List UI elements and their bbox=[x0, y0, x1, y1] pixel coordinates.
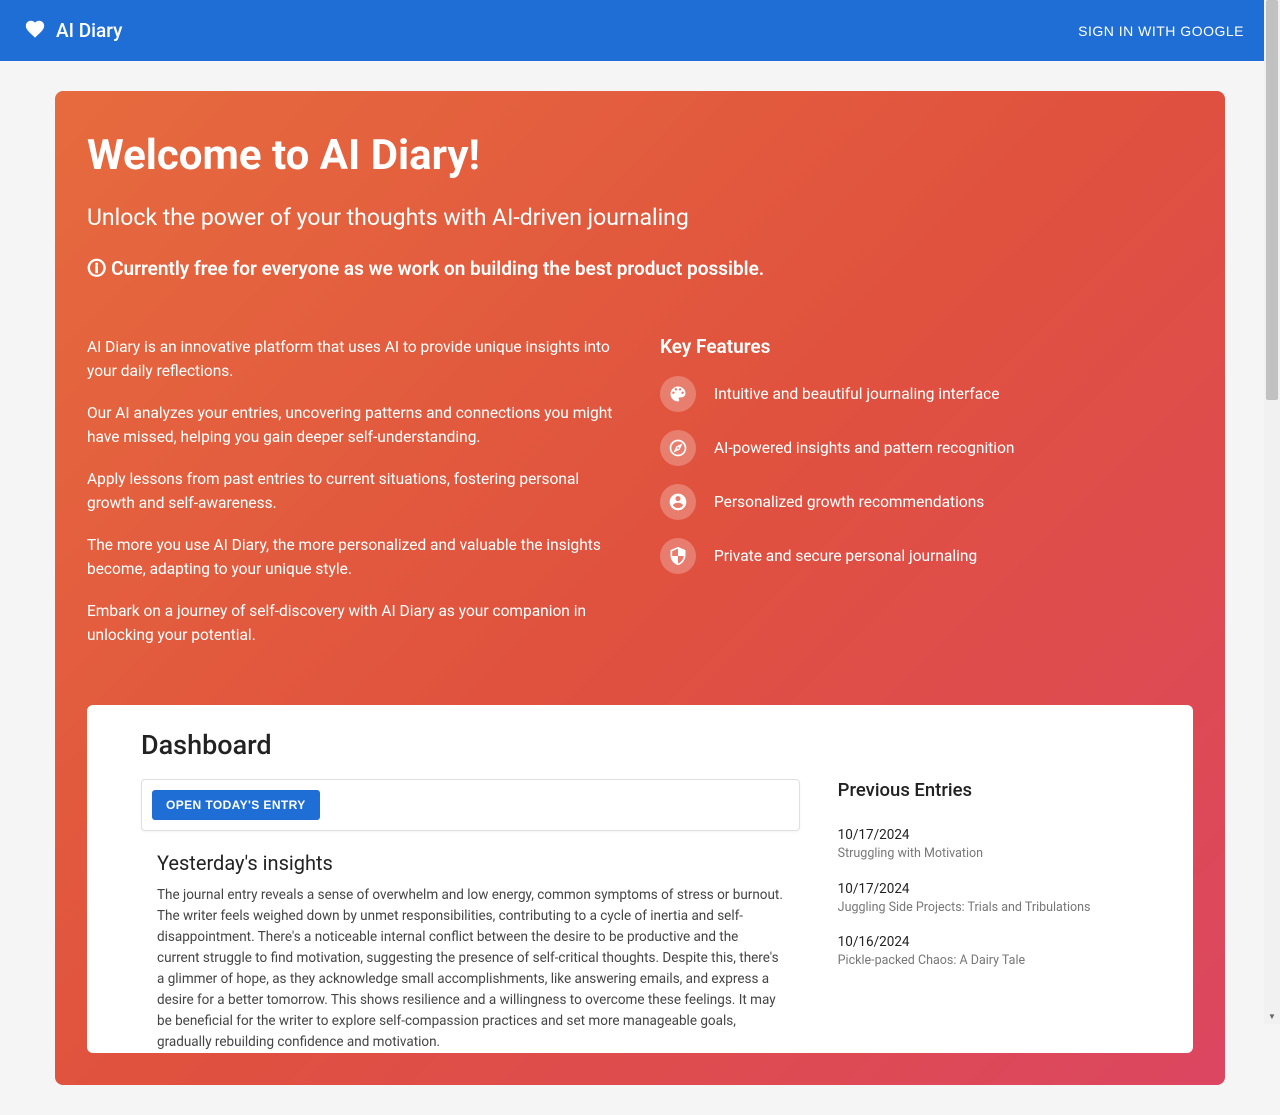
logo-container[interactable]: AI Diary bbox=[24, 18, 122, 44]
entry-title: Pickle-packed Chaos: A Dairy Tale bbox=[838, 952, 1133, 970]
hero-paragraph: Embark on a journey of self-discovery wi… bbox=[87, 599, 620, 647]
feature-text: Private and secure personal journaling bbox=[714, 547, 977, 565]
hero-title: Welcome to AI Diary! bbox=[87, 131, 1193, 180]
open-today-entry-button[interactable]: OPEN TODAY'S ENTRY bbox=[152, 790, 320, 820]
feature-item: Intuitive and beautiful journaling inter… bbox=[660, 376, 1193, 412]
entry-title: Juggling Side Projects: Trials and Tribu… bbox=[838, 899, 1133, 917]
palette-icon bbox=[660, 376, 696, 412]
hero-paragraph: Our AI analyzes your entries, uncovering… bbox=[87, 401, 620, 449]
insights-title: Yesterday's insights bbox=[141, 851, 800, 875]
insights-body: The journal entry reveals a sense of ove… bbox=[141, 885, 800, 1052]
hero-pricing-note: 🛈 Currently free for everyone as we work… bbox=[87, 255, 1193, 287]
entry-date: 10/16/2024 bbox=[838, 934, 1133, 950]
compass-icon bbox=[660, 430, 696, 466]
dashboard-left: OPEN TODAY'S ENTRY Yesterday's insights … bbox=[141, 779, 800, 1052]
feature-item: Personalized growth recommendations bbox=[660, 484, 1193, 520]
feature-item: Private and secure personal journaling bbox=[660, 538, 1193, 574]
dashboard-right: Previous Entries 10/17/2024 Struggling w… bbox=[824, 779, 1133, 1052]
dashboard-title: Dashboard bbox=[141, 729, 1139, 761]
feature-text: Intuitive and beautiful journaling inter… bbox=[714, 385, 999, 403]
entry-date: 10/17/2024 bbox=[838, 827, 1133, 843]
entry-title: Struggling with Motivation bbox=[838, 845, 1133, 863]
dashboard-preview: Dashboard OPEN TODAY'S ENTRY Yesterday's… bbox=[87, 705, 1193, 1052]
heart-icon bbox=[24, 18, 46, 44]
scrollbar-thumb[interactable] bbox=[1266, 0, 1278, 400]
app-name: AI Diary bbox=[56, 19, 122, 42]
open-entry-card: OPEN TODAY'S ENTRY bbox=[141, 779, 800, 831]
entry-item[interactable]: 10/17/2024 Juggling Side Projects: Trial… bbox=[824, 881, 1133, 917]
person-icon bbox=[660, 484, 696, 520]
features-title: Key Features bbox=[660, 335, 1193, 358]
scroll-down-icon[interactable]: ▼ bbox=[1264, 1008, 1280, 1024]
entry-item[interactable]: 10/17/2024 Struggling with Motivation bbox=[824, 827, 1133, 863]
previous-entries-title: Previous Entries bbox=[824, 779, 1133, 801]
hero-left: AI Diary is an innovative platform that … bbox=[87, 335, 620, 665]
scrollbar[interactable]: ▲ ▼ bbox=[1264, 0, 1280, 1024]
feature-item: AI-powered insights and pattern recognit… bbox=[660, 430, 1193, 466]
shield-icon bbox=[660, 538, 696, 574]
feature-text: AI-powered insights and pattern recognit… bbox=[714, 439, 1014, 457]
signin-button[interactable]: SIGN IN WITH GOOGLE bbox=[1066, 15, 1256, 47]
hero-paragraph: The more you use AI Diary, the more pers… bbox=[87, 533, 620, 581]
header: AI Diary SIGN IN WITH GOOGLE bbox=[0, 0, 1280, 61]
hero-paragraph: AI Diary is an innovative platform that … bbox=[87, 335, 620, 383]
dashboard-body: OPEN TODAY'S ENTRY Yesterday's insights … bbox=[141, 779, 1139, 1052]
hero-subtitle: Unlock the power of your thoughts with A… bbox=[87, 204, 1193, 231]
hero-paragraph: Apply lessons from past entries to curre… bbox=[87, 467, 620, 515]
entry-item[interactable]: 10/16/2024 Pickle-packed Chaos: A Dairy … bbox=[824, 934, 1133, 970]
entry-date: 10/17/2024 bbox=[838, 881, 1133, 897]
hero-content: AI Diary is an innovative platform that … bbox=[87, 335, 1193, 665]
hero: Welcome to AI Diary! Unlock the power of… bbox=[55, 91, 1225, 1085]
hero-right: Key Features Intuitive and beautiful jou… bbox=[660, 335, 1193, 665]
feature-text: Personalized growth recommendations bbox=[714, 493, 984, 511]
